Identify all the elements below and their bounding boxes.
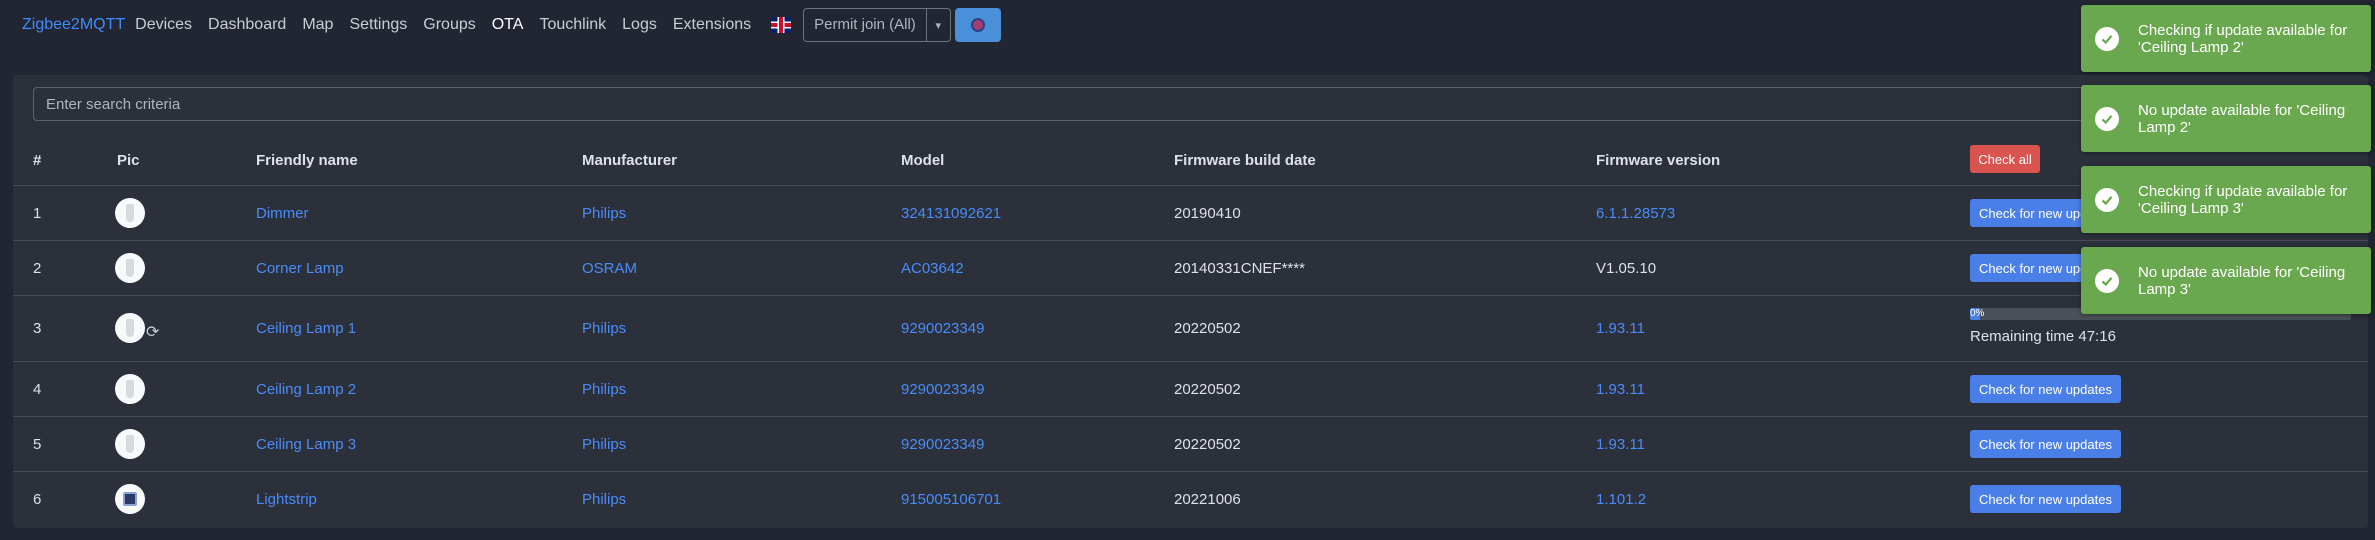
table-row: 2 Corner Lamp OSRAM AC03642 20140331CNEF… [13,241,2368,296]
header-model[interactable]: Model [901,152,944,169]
table-row: 6 Lightstrip Philips 915005106701 202210… [13,472,2368,527]
nav-extensions[interactable]: Extensions [673,16,751,34]
nav-devices[interactable]: Devices [135,16,192,34]
permit-join-dropdown[interactable]: Permit join (All) ▾ [803,8,951,42]
check-circle-icon [2095,268,2119,293]
manufacturer-link[interactable]: OSRAM [582,260,637,277]
device-image [115,313,145,343]
nav-touchlink[interactable]: Touchlink [539,16,606,34]
firmware-version-link[interactable]: 6.1.1.28573 [1596,205,1675,222]
nav-ota[interactable]: OTA [492,16,524,34]
toast-notification[interactable]: Checking if update available for 'Ceilin… [2081,166,2371,233]
row-num: 5 [33,436,42,453]
header-manufacturer[interactable]: Manufacturer [582,152,677,169]
row-num: 2 [33,260,42,277]
navbar: Zigbee2MQTT Devices Dashboard Map Settin… [0,0,2375,50]
toast-message: No update available for 'Ceiling Lamp 3' [2138,263,2346,298]
firmware-version-link[interactable]: 1.93.11 [1596,436,1645,453]
nav-logs[interactable]: Logs [622,16,657,34]
row-num: 6 [33,491,42,508]
model-link[interactable]: AC03642 [901,260,964,277]
model-link[interactable]: 9290023349 [901,436,984,453]
check-updates-button[interactable]: Check for new updates [1970,375,2121,403]
table-row: 1 Dimmer Philips 324131092621 20190410 6… [13,186,2368,241]
build-date: 20220502 [1174,320,1241,337]
permit-join-button[interactable]: Permit join (All) [804,9,926,41]
check-circle-icon [2095,106,2119,131]
toast-notification[interactable]: Checking if update available for 'Ceilin… [2081,5,2371,72]
permit-join-status-button[interactable] [954,8,1001,42]
manufacturer-link[interactable]: Philips [582,320,626,337]
row-num: 3 [33,320,42,337]
device-image [115,374,145,404]
search-input[interactable] [33,87,2351,121]
toast-message: No update available for 'Ceiling Lamp 2' [2138,101,2346,136]
check-circle-icon [2095,187,2119,212]
ota-card: # Pic Friendly name Manufacturer Model F… [13,75,2368,528]
toast-notification[interactable]: No update available for 'Ceiling Lamp 3' [2081,247,2371,314]
header-firmware-version[interactable]: Firmware version [1596,152,1720,169]
header-num: # [33,152,42,169]
friendly-name-link[interactable]: Ceiling Lamp 3 [256,436,356,453]
header-pic: Pic [117,152,140,169]
friendly-name-link[interactable]: Ceiling Lamp 1 [256,320,356,337]
build-date: 20140331CNEF**** [1174,260,1305,277]
uk-flag-icon[interactable] [771,17,792,33]
firmware-version: V1.05.10 [1596,260,1657,277]
device-image [115,484,145,514]
toast-notification[interactable]: No update available for 'Ceiling Lamp 2' [2081,85,2371,152]
nav-dashboard[interactable]: Dashboard [208,16,286,34]
chevron-down-icon[interactable]: ▾ [925,9,950,41]
build-date: 20220502 [1174,381,1241,398]
table-row: 5 Ceiling Lamp 3 Philips 9290023349 2022… [13,417,2368,472]
check-all-button[interactable]: Check all [1970,145,2040,173]
toast-message: Checking if update available for 'Ceilin… [2138,182,2348,217]
friendly-name-link[interactable]: Lightstrip [256,491,317,508]
friendly-name-link[interactable]: Corner Lamp [256,260,344,277]
build-date: 20190410 [1174,205,1241,222]
build-date: 20220502 [1174,436,1241,453]
manufacturer-link[interactable]: Philips [582,205,626,222]
table-header: # Pic Friendly name Manufacturer Model F… [13,135,2368,186]
check-circle-icon [2095,26,2119,51]
model-link[interactable]: 324131092621 [901,205,1001,222]
status-dot-icon [970,18,985,32]
toast-message: Checking if update available for 'Ceilin… [2138,21,2348,56]
nav-settings[interactable]: Settings [349,16,407,34]
device-image [115,429,145,459]
friendly-name-link[interactable]: Ceiling Lamp 2 [256,381,356,398]
firmware-version-link[interactable]: 1.93.11 [1596,320,1645,337]
device-image [115,198,145,228]
model-link[interactable]: 9290023349 [901,381,984,398]
firmware-version-link[interactable]: 1.101.2 [1596,491,1646,508]
check-updates-button[interactable]: Check for new updates [1970,430,2121,458]
model-link[interactable]: 9290023349 [901,320,984,337]
table-row: 4 Ceiling Lamp 2 Philips 9290023349 2022… [13,362,2368,417]
nav-groups[interactable]: Groups [423,16,475,34]
progress-fill: 0% [1970,308,1985,320]
header-friendly-name[interactable]: Friendly name [256,152,358,169]
header-build-date[interactable]: Firmware build date [1174,152,1316,169]
firmware-version-link[interactable]: 1.93.11 [1596,381,1645,398]
manufacturer-link[interactable]: Philips [582,436,626,453]
manufacturer-link[interactable]: Philips [582,491,626,508]
check-updates-button[interactable]: Check for new updates [1970,485,2121,513]
build-date: 20221006 [1174,491,1241,508]
row-num: 1 [33,205,42,222]
row-num: 4 [33,381,42,398]
remaining-time: Remaining time 47:16 [1970,328,2116,345]
updating-icon: ⟳ [146,324,160,341]
model-link[interactable]: 915005106701 [901,491,1001,508]
friendly-name-link[interactable]: Dimmer [256,205,309,222]
manufacturer-link[interactable]: Philips [582,381,626,398]
nav-map[interactable]: Map [302,16,333,34]
device-image [115,253,145,283]
table-row: 3 ⟳ Ceiling Lamp 1 Philips 9290023349 20… [13,296,2368,362]
brand-link[interactable]: Zigbee2MQTT [22,16,125,34]
